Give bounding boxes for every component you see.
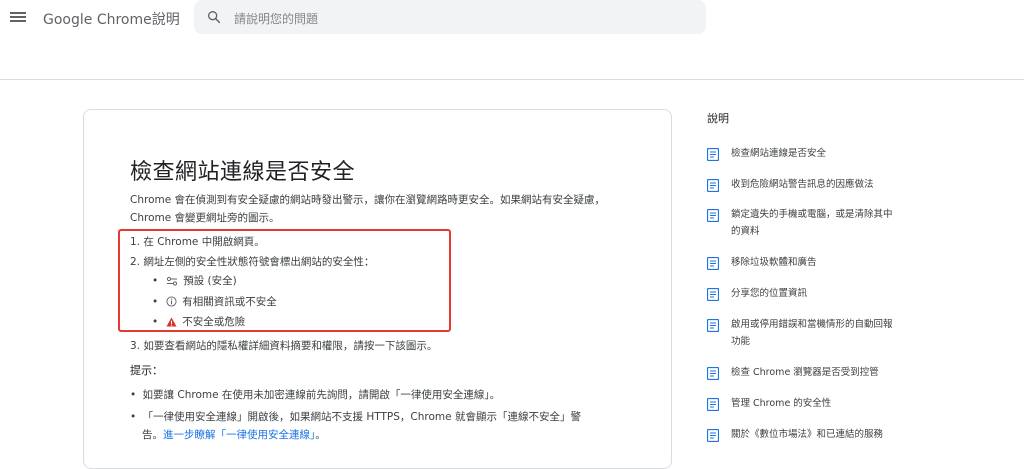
sidebar-item-label: 檢查網站連線是否安全 xyxy=(731,148,827,159)
sidebar-item-check-connection[interactable]: 檢查網站連線是否安全 xyxy=(707,147,907,162)
search-placeholder: 請說明您的問題 xyxy=(234,12,319,26)
document-icon xyxy=(707,367,719,380)
document-icon xyxy=(707,148,719,161)
sidebar-item-label: 收到危險網站警告訊息的因應做法 xyxy=(731,179,874,190)
sidebar-item-dma[interactable]: 關於《數位市場法》和已連結的服務 xyxy=(707,428,907,443)
sidebar-item-label: 啟用或停用錯誤和當機情形的自動回報功能 xyxy=(731,319,893,347)
sidebar-heading: 說明 xyxy=(707,112,729,125)
tip-continuation: 告。進一步瞭解「一律使用安全連線」。 xyxy=(142,427,326,442)
learn-more-link[interactable]: 進一步瞭解「一律使用安全連線」 xyxy=(163,429,315,441)
search-icon xyxy=(208,11,221,24)
step-3: 3. 如要查看網站的隱私權詳細資料摘要和權限，請按一下該圖示。 xyxy=(130,340,438,352)
document-icon xyxy=(707,257,719,270)
sidebar-item-manage-security[interactable]: 管理 Chrome 的安全性 xyxy=(707,397,907,412)
sidebar-item-crash-reports[interactable]: 啟用或停用錯誤和當機情形的自動回報功能 xyxy=(707,318,907,350)
sidebar-item-label: 移除垃圾軟體和廣告 xyxy=(731,257,817,268)
document-icon xyxy=(707,398,719,411)
sidebar-item-remove-malware[interactable]: 移除垃圾軟體和廣告 xyxy=(707,256,907,271)
tip-text: 「一律使用安全連線」開啟後，如果網站不支援 HTTPS，Chrome 就會顯示「… xyxy=(142,411,581,423)
sidebar-item-label: 分享您的位置資訊 xyxy=(731,288,808,299)
tip-item: • 如要讓 Chrome 在使用未加密連線前先詢問，請開啟「一律使用安全連線」。 xyxy=(130,389,501,401)
article-intro: Chrome 會在偵測到有安全疑慮的網站時發出警示，讓你在瀏覽網路時更安全。如果… xyxy=(130,194,606,224)
search-input[interactable]: 請說明您的問題 xyxy=(194,0,706,34)
tip-text: 如要讓 Chrome 在使用未加密連線前先詢問，請開啟「一律使用安全連線」。 xyxy=(142,389,501,401)
article-card: 檢查網站連線是否安全 Chrome 會在偵測到有安全疑慮的網站時發出警示，讓你在… xyxy=(83,109,672,469)
sidebar-item-managed-browser[interactable]: 檢查 Chrome 瀏覽器是否受到控管 xyxy=(707,366,907,381)
document-icon xyxy=(707,319,719,332)
sidebar-item-share-location[interactable]: 分享您的位置資訊 xyxy=(707,287,907,302)
sidebar-item-label: 管理 Chrome 的安全性 xyxy=(731,398,832,409)
app-header: Google Chrome說明 請說明您的問題 xyxy=(0,0,1024,80)
hamburger-menu-icon[interactable] xyxy=(10,10,26,26)
document-icon xyxy=(707,179,719,192)
sidebar-item-danger-warning[interactable]: 收到危險網站警告訊息的因應做法 xyxy=(707,178,907,193)
document-icon xyxy=(707,209,719,222)
sidebar-item-lost-device[interactable]: 鎖定遺失的手機或電腦，或是清除其中的資料 xyxy=(707,208,907,240)
app-title[interactable]: Google Chrome說明 xyxy=(43,9,180,29)
tip-text: 告。 xyxy=(142,429,163,441)
sidebar-item-label: 鎖定遺失的手機或電腦，或是清除其中的資料 xyxy=(731,209,893,237)
tip-item: • 「一律使用安全連線」開啟後，如果網站不支援 HTTPS，Chrome 就會顯… xyxy=(130,411,581,423)
document-icon xyxy=(707,288,719,301)
document-icon xyxy=(707,429,719,442)
tip-text: 。 xyxy=(315,429,326,441)
sidebar-item-label: 檢查 Chrome 瀏覽器是否受到控管 xyxy=(731,367,879,378)
tips-heading: 提示： xyxy=(130,364,163,377)
article-title: 檢查網站連線是否安全 xyxy=(130,160,356,185)
sidebar-item-label: 關於《數位市場法》和已連結的服務 xyxy=(731,429,884,440)
highlight-box xyxy=(118,229,451,332)
